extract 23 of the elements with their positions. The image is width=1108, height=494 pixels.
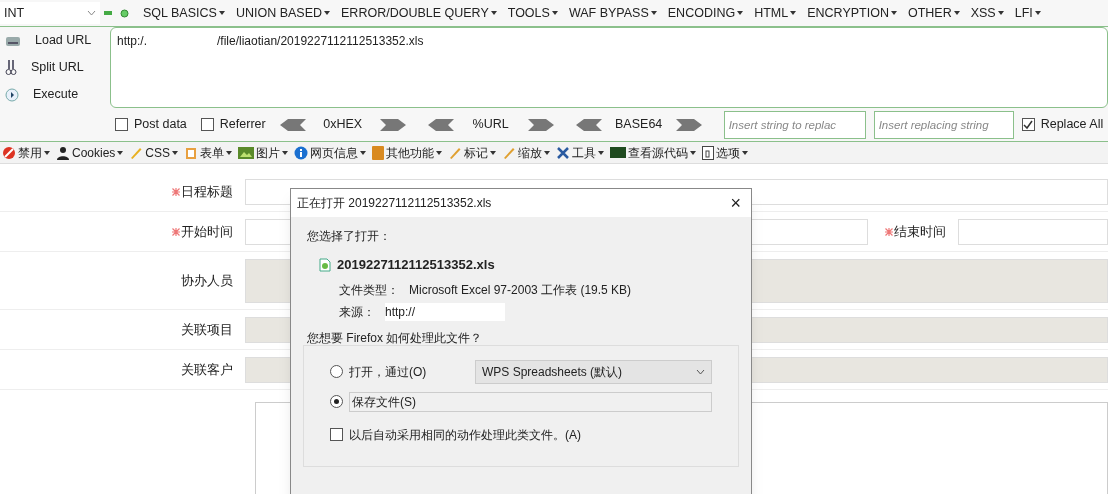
option-label: 打开，通过(O) <box>349 363 428 381</box>
file-name: 2019227112112513352.xls <box>337 256 495 274</box>
info-value: http:// <box>385 302 506 321</box>
field-label: 关联项目 <box>181 320 233 339</box>
dialog-title: 正在打开 2019227112112513352.xls <box>297 195 492 212</box>
checkbox-label: Replace All <box>1040 116 1104 134</box>
group-title: 您想要 Firefox 如何处理此文件？ <box>307 329 484 347</box>
field-label: 日程标题 <box>181 182 233 201</box>
encoder-label: %URL <box>471 116 510 134</box>
option-label: 保存文件(S) <box>349 391 712 412</box>
intro-text: 您选择了打开： <box>307 228 392 245</box>
checkbox-label: Post data <box>134 116 187 134</box>
checkbox-label: Referrer <box>219 116 266 134</box>
encoder-label: 0xHEX <box>322 116 364 134</box>
info-label: 文件类型： <box>339 281 399 299</box>
info-value: Microsoft Excel 97-2003 工作表 (19.5 KB) <box>409 281 632 299</box>
field-label: 结束时间 <box>894 222 946 241</box>
field-label: 开始时间 <box>181 222 233 241</box>
checkbox-label: 以后自动采用相同的动作处理此类文件。(A) <box>349 426 581 444</box>
field-label: 协办人员 <box>181 271 233 290</box>
info-label: 来源： <box>339 303 375 321</box>
field-label: 关联客户 <box>181 360 233 379</box>
encoder-label: BASE64 <box>614 116 664 134</box>
